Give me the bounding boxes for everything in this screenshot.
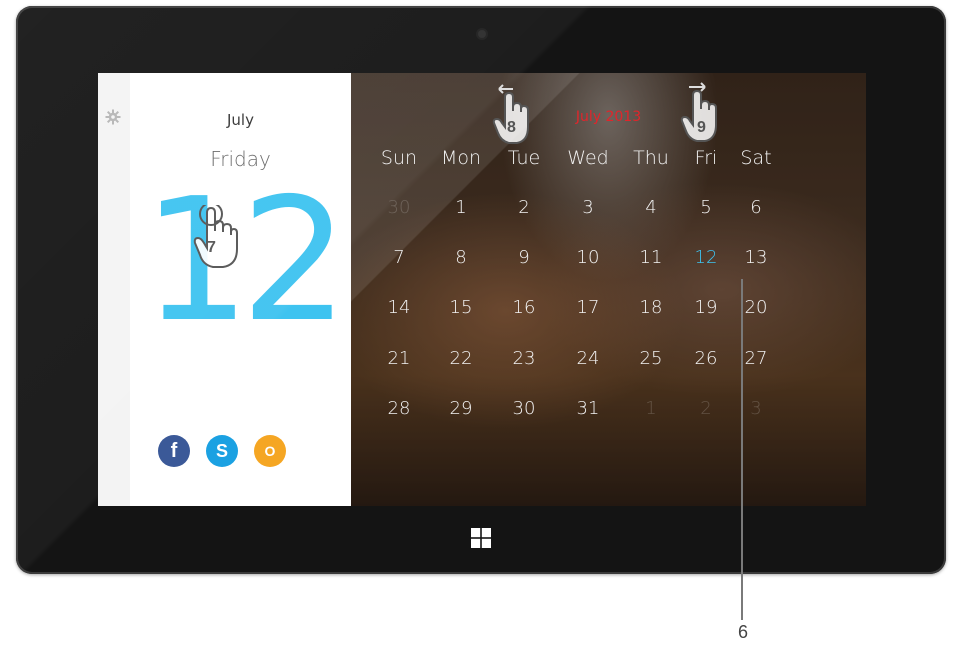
calendar-day-cell[interactable]: 20	[724, 297, 788, 318]
calendar-pane: July 2013 Sun Mon Tue Wed Thu Fri Sat 30 1 2 3 4 5 6…	[351, 73, 866, 506]
gesture-label-9: 9	[697, 119, 706, 136]
side-strip	[98, 73, 130, 506]
gesture-label-8: 8	[507, 119, 516, 136]
tablet-frame: July Friday 12 7 f S O July 2013 Sun Mon T…	[16, 6, 946, 574]
swipe-left-gesture-icon: 8	[491, 81, 535, 145]
screen-glare	[351, 73, 866, 506]
calendar-day-cell[interactable]: 30	[492, 398, 556, 419]
callout-line	[741, 279, 743, 620]
weekday-header: Tue	[507, 147, 541, 169]
weekday-header: Mon	[440, 147, 482, 169]
swipe-right-gesture-icon: 9	[679, 79, 723, 143]
camera-icon	[478, 30, 486, 38]
skype-icon[interactable]: S	[206, 435, 238, 467]
calendar-day-cell[interactable]: 29	[429, 398, 493, 419]
gear-icon[interactable]	[105, 109, 121, 125]
gesture-label-7: 7	[207, 239, 216, 256]
date-detail-pane: July Friday 12 7 f S O	[98, 73, 351, 506]
callout-label: 6	[737, 622, 748, 642]
tap-gesture-icon: 7	[193, 205, 239, 271]
month-label: July	[227, 111, 254, 129]
weekday-header: Sun	[380, 147, 418, 169]
calendar-day-cell[interactable]: 2	[492, 197, 556, 218]
calendar-day-cell[interactable]: 3	[724, 398, 788, 419]
calendar-day-cell[interactable]: 24	[556, 348, 620, 369]
calendar-day-cell[interactable]: 1	[429, 197, 493, 218]
screen: July Friday 12 7 f S O July 2013 Sun Mon T…	[98, 73, 866, 506]
calendar-day-cell[interactable]: 6	[724, 197, 788, 218]
calendar-day-cell[interactable]: 17	[556, 297, 620, 318]
calendar-day-cell[interactable]: 30	[367, 197, 431, 218]
skype-glyph: S	[215, 440, 228, 461]
outlook-icon[interactable]: O	[254, 435, 286, 467]
calendar-day-cell[interactable]: 22	[429, 348, 493, 369]
calendar-day-cell[interactable]: 8	[429, 247, 493, 268]
facebook-glyph: f	[170, 439, 178, 462]
calendar-day-cell[interactable]: 13	[724, 247, 788, 268]
calendar-day-cell[interactable]: 21	[367, 348, 431, 369]
calendar-day-cell[interactable]: 31	[556, 398, 620, 419]
weekday-header: Wed	[567, 147, 609, 169]
calendar-day-cell[interactable]: 10	[556, 247, 620, 268]
calendar-day-cell[interactable]: 28	[367, 398, 431, 419]
windows-icon[interactable]	[471, 528, 491, 548]
facebook-icon[interactable]: f	[158, 435, 190, 467]
calendar-day-cell[interactable]: 15	[429, 297, 493, 318]
calendar-day-cell[interactable]: 27	[724, 348, 788, 369]
selected-day-number[interactable]: 12	[130, 176, 351, 346]
calendar-day-cell[interactable]: 16	[492, 297, 556, 318]
calendar-day-cell[interactable]: 9	[492, 247, 556, 268]
calendar-day-cell[interactable]: 3	[556, 197, 620, 218]
calendar-title: July 2013	[575, 109, 642, 125]
calendar-day-cell[interactable]: 7	[367, 247, 431, 268]
outlook-glyph: O	[264, 443, 276, 459]
calendar-day-cell[interactable]: 14	[367, 297, 431, 318]
weekday-header: Sat	[740, 147, 772, 169]
calendar-day-cell[interactable]: 23	[492, 348, 556, 369]
